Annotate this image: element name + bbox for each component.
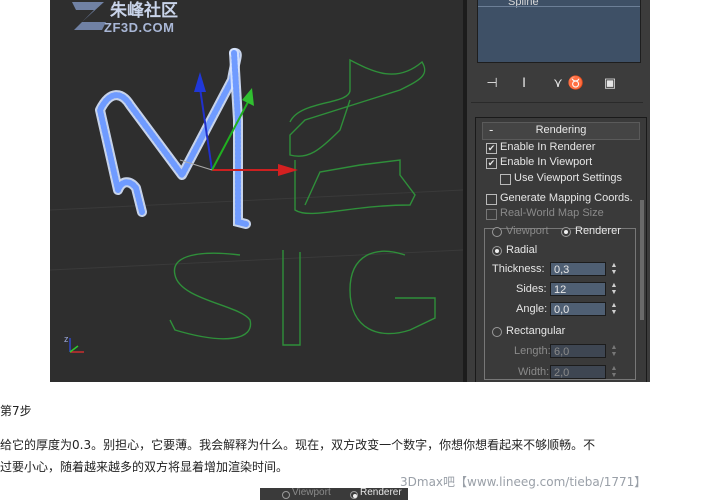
length-spinner[interactable]: ▲ ▼ <box>609 344 619 358</box>
sides-input[interactable]: 12 <box>550 282 606 296</box>
length-label: Length: <box>514 345 551 357</box>
show-end-result-icon[interactable]: Ⅰ <box>513 72 535 94</box>
spline-letter-s <box>169 252 252 340</box>
width-input[interactable]: 2,0 <box>550 365 606 379</box>
enable-in-viewport-checkbox[interactable]: ✔ <box>486 158 497 169</box>
panel-scrollbar[interactable] <box>640 200 644 320</box>
thickness-spinner[interactable]: ▲ ▼ <box>609 262 619 276</box>
length-input[interactable]: 6,0 <box>550 344 606 358</box>
angle-input[interactable]: 0,0 <box>550 302 606 316</box>
enable-in-renderer-label: Enable In Renderer <box>500 141 596 153</box>
step-heading: 第7步 <box>0 404 32 418</box>
real-world-map-size-label: Real-World Map Size <box>500 207 604 219</box>
generate-mapping-coords-checkbox[interactable] <box>486 194 497 205</box>
use-viewport-settings-checkbox[interactable] <box>500 174 511 185</box>
zf3d-logo-url: ZF3D.COM <box>104 20 175 35</box>
axis-label-z: z <box>64 334 69 344</box>
paragraph-line-2: 过要小心，随着越来越多的双方将显着增加渲染时间。 <box>0 460 289 474</box>
paragraph-line-1: 给它的厚度为0.3。别担心，它要薄。我会解释为什么。现在，双方改变一个数字，你想… <box>0 438 596 452</box>
max-screenshot: z 朱峰社区 ZF3D.COM Spline ⊣ Ⅰ ⋎ ♉ ▣ - Rende… <box>50 0 650 382</box>
viewport-grid <box>50 189 464 271</box>
command-panel: Spline ⊣ Ⅰ ⋎ ♉ ▣ - Rendering ✔ Enable In… <box>467 0 650 382</box>
rectangular-label: Rectangular <box>506 325 566 337</box>
spline-letter-i <box>282 250 301 346</box>
real-world-map-size-checkbox[interactable] <box>486 209 497 220</box>
rendering-rollout-title: Rendering <box>535 124 587 136</box>
zf3d-logo-text: 朱峰社区 <box>110 1 178 21</box>
enable-in-viewport-label: Enable In Viewport <box>500 156 593 168</box>
thickness-label: Thickness: <box>492 263 545 275</box>
spline-letter-e-top <box>289 58 426 157</box>
sides-spinner[interactable]: ▲ ▼ <box>609 282 619 296</box>
width-label: Width: <box>518 366 550 378</box>
next-screenshot-crop: Viewport Renderer <box>260 488 408 500</box>
spline-letter-e-bottom <box>294 159 416 215</box>
toolbar-separator <box>471 102 643 103</box>
rendering-rollout-header[interactable]: - Rendering <box>482 122 640 140</box>
viewport-radio[interactable] <box>492 227 502 237</box>
viewport-radio-label: Viewport <box>506 225 549 237</box>
site-watermark: 3Dmax吧【www.lineeg.com/tieba/1771】 <box>400 475 647 489</box>
angle-label: Angle: <box>516 303 548 315</box>
rendering-rollout: - Rendering ✔ Enable In Renderer ✔ Enabl… <box>475 117 647 382</box>
remove-modifier-icon[interactable]: ♉ <box>565 72 587 94</box>
crop-viewport-radio <box>282 491 290 499</box>
generate-mapping-coords-label: Generate Mapping Coords. <box>500 192 633 204</box>
axis-tripod <box>69 338 84 353</box>
enable-in-renderer-checkbox[interactable]: ✔ <box>486 143 497 154</box>
zf3d-logo: 朱峰社区 ZF3D.COM <box>66 0 216 40</box>
renderable-spline-mesh <box>95 47 251 229</box>
crop-renderer-label: Renderer <box>360 488 402 498</box>
radial-radio[interactable] <box>492 246 502 256</box>
sides-label: Sides: <box>516 283 547 295</box>
thickness-input[interactable]: 0,3 <box>550 262 606 276</box>
crop-viewport-label: Viewport <box>292 488 331 498</box>
renderer-radio-label: Renderer <box>575 225 621 237</box>
viewport-canvas <box>50 47 464 353</box>
width-spinner[interactable]: ▲ ▼ <box>609 365 619 379</box>
renderer-radio[interactable] <box>561 227 571 237</box>
crop-renderer-radio <box>350 491 358 499</box>
rectangular-radio[interactable] <box>492 327 502 337</box>
configure-sets-icon[interactable]: ▣ <box>599 72 621 94</box>
list-divider <box>478 6 640 7</box>
modifier-stack-list[interactable]: Spline <box>477 0 641 63</box>
use-viewport-settings-label: Use Viewport Settings <box>514 172 623 184</box>
pin-stack-icon[interactable]: ⊣ <box>481 72 503 94</box>
angle-spinner[interactable]: ▲ ▼ <box>609 302 619 316</box>
perspective-viewport[interactable]: z 朱峰社区 ZF3D.COM <box>50 0 464 382</box>
spline-letter-g <box>349 250 436 335</box>
radial-label: Radial <box>506 244 538 256</box>
